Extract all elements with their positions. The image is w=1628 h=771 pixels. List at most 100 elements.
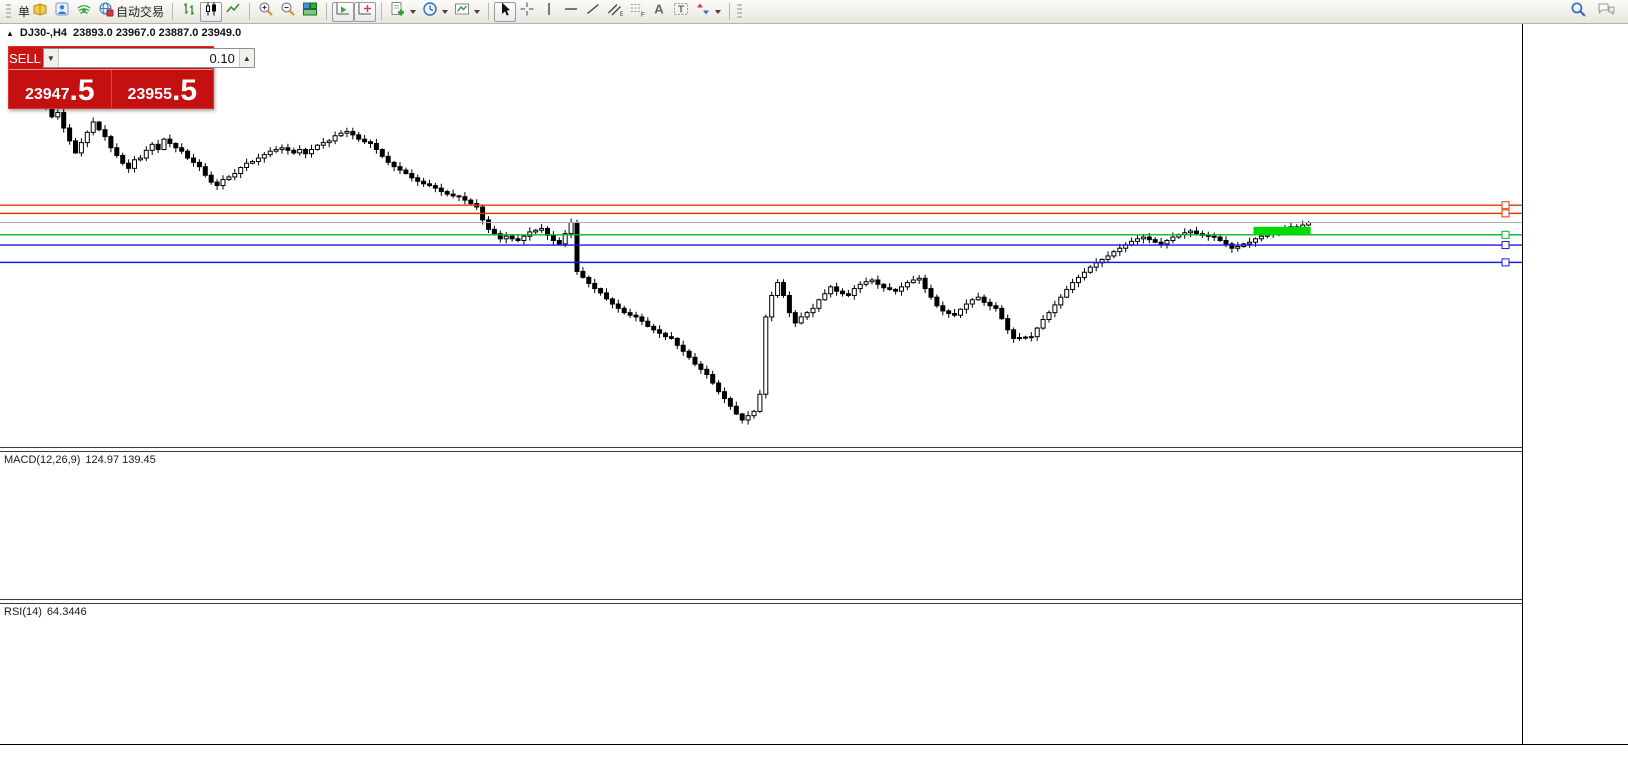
chart-line-icon [225,1,241,22]
chart-candles-icon [203,1,219,22]
symbol-timeframe-label: DJ30-,H4 [20,27,67,39]
toolbar: 单 自动交易 [0,0,1628,24]
crosshair-icon [519,1,535,22]
chart-shift-icon [357,1,373,22]
one-click-trading-panel: SELL ▼ ▲ BUY 23947.5 23955.5 [8,46,214,109]
macd-panel[interactable]: MACD(12,26,9) 124.97 139.45 [0,452,1522,599]
timeframe-clock-button[interactable] [419,2,451,22]
sell-price-main: 23947 [25,84,70,106]
text-label-icon: T [673,1,689,22]
zoom-out-icon [280,1,296,22]
auto-scroll-icon [335,1,351,22]
mt4-window: 单 自动交易 [0,0,1628,771]
auto-scroll-button[interactable] [332,2,354,22]
line-handle [1502,259,1509,266]
line-handle [1502,210,1509,217]
cursor-icon [497,1,513,22]
profile-icon [54,1,70,22]
line-handle [1502,231,1509,238]
buy-button[interactable]: BUY [257,47,284,69]
new-order-button[interactable]: 单 [15,2,51,22]
new-order-label: 单 [18,3,30,20]
line-handle [1502,202,1509,209]
svg-text:E: E [620,12,623,17]
zoom-in-button[interactable] [255,2,277,22]
profile-button[interactable] [51,2,73,22]
chart-bars-button[interactable] [178,2,200,22]
macd-chart[interactable] [0,452,1522,599]
trendline-tool-button[interactable] [582,2,604,22]
macd-indicator-values: 124.97 139.45 [85,454,155,466]
sell-price[interactable]: 23947.5 [9,70,112,108]
chart-shift-button[interactable] [354,2,376,22]
template-button[interactable] [451,2,483,22]
trendline-icon [585,1,601,22]
rsi-panel[interactable]: RSI(14) 64.3446 [0,604,1522,744]
signals-button[interactable] [73,2,95,22]
collapse-arrow-icon[interactable]: ▲ [6,29,14,38]
time-axis[interactable] [0,744,1628,771]
main-chart-panel[interactable]: ▲ DJ30-,H4 23893.0 23967.0 23887.0 23949… [0,24,1522,447]
ohlc-values: 23893.0 23967.0 23887.0 23949.0 [73,27,241,39]
candlestick-chart[interactable] [0,24,1522,447]
equidistant-channel-tool-button[interactable]: E [604,2,626,22]
text-tool-button[interactable]: A [648,2,670,22]
chart-candles-button[interactable] [200,2,222,22]
channel-icon: E [607,1,623,22]
signal-icon [76,1,92,22]
buy-price-main: 23955 [127,84,172,106]
autotrade-label: 自动交易 [116,3,164,20]
svg-text:A: A [654,2,664,17]
toolbar-grip[interactable] [6,4,11,20]
horizontal-line-tool-button[interactable] [560,2,582,22]
autotrade-globe-icon [98,1,114,22]
indicators-button[interactable] [387,2,419,22]
crosshair-tool-button[interactable] [516,2,538,22]
chart-line-button[interactable] [222,2,244,22]
template-dropdown-caret[interactable] [474,10,480,14]
zoom-out-button[interactable] [277,2,299,22]
periods-dropdown-caret[interactable] [442,10,448,14]
svg-text:F: F [641,13,645,18]
text-tool-icon: A [651,1,667,22]
arrows-icon [695,1,711,22]
price-axis[interactable] [1522,24,1628,744]
autotrade-button[interactable]: 自动交易 [95,2,167,22]
sell-button[interactable]: SELL [9,47,41,69]
buy-price[interactable]: 23955.5 [112,70,214,108]
tile-windows-button[interactable] [299,2,321,22]
arrows-tool-button[interactable] [692,2,724,22]
text-label-tool-button[interactable]: T [670,2,692,22]
buy-price-fraction: .5 [172,76,197,106]
support-highlight-bar [1254,227,1311,235]
rsi-indicator-label: RSI(14) [4,606,42,618]
search-icon[interactable] [1570,1,1587,23]
horizontal-line-icon [563,1,579,22]
arrows-dropdown-caret[interactable] [715,10,721,14]
timeframes-grip[interactable] [737,4,742,20]
indicators-icon [390,1,406,22]
rsi-indicator-value: 64.3446 [47,606,87,618]
indicators-dropdown-caret[interactable] [410,10,416,14]
svg-text:T: T [678,5,684,16]
vertical-line-tool-button[interactable] [538,2,560,22]
vertical-line-icon [541,1,557,22]
sell-price-fraction: .5 [69,76,94,106]
volume-increase-button[interactable]: ▲ [239,49,254,67]
volume-input[interactable] [59,49,239,67]
fibonacci-tool-button[interactable]: F [626,2,648,22]
order-book-icon [32,1,48,22]
tile-windows-icon [302,1,318,22]
line-handle [1502,242,1509,249]
rsi-chart[interactable] [0,604,1522,744]
volume-stepper: ▼ ▲ [43,48,255,68]
chat-icon[interactable] [1597,1,1616,22]
clock-icon [422,1,438,22]
macd-indicator-label: MACD(12,26,9) [4,454,80,466]
chart-ohlc-info[interactable]: ▲ DJ30-,H4 23893.0 23967.0 23887.0 23949… [6,27,241,39]
zoom-in-icon [258,1,274,22]
template-icon [454,1,470,22]
chart-bars-icon [181,1,197,22]
cursor-tool-button[interactable] [494,2,516,22]
volume-decrease-button[interactable]: ▼ [44,49,59,67]
